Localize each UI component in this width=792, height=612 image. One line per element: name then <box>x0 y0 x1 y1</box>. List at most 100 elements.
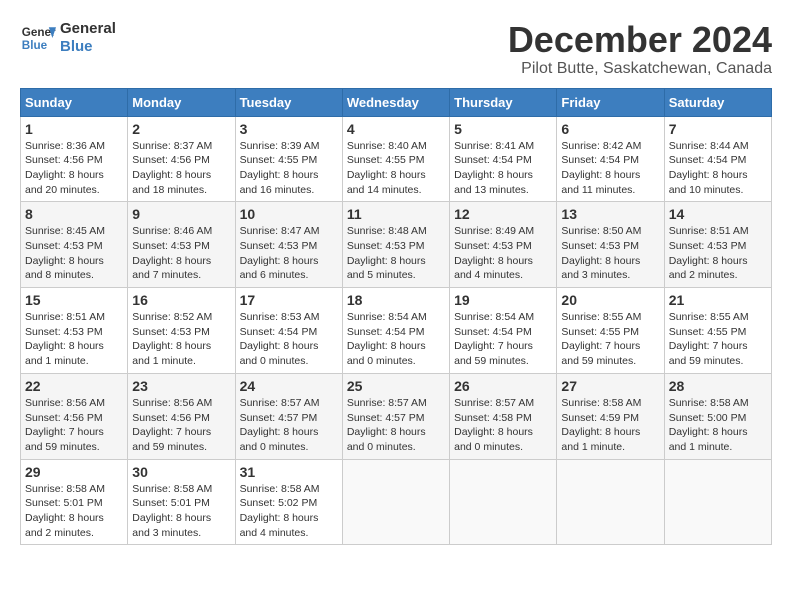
day-number: 23 <box>132 378 230 394</box>
day-info: Sunrise: 8:57 AM Sunset: 4:57 PM Dayligh… <box>240 396 338 455</box>
day-number: 20 <box>561 292 659 308</box>
day-info: Sunrise: 8:51 AM Sunset: 4:53 PM Dayligh… <box>669 224 767 283</box>
day-number: 19 <box>454 292 552 308</box>
day-info: Sunrise: 8:58 AM Sunset: 5:02 PM Dayligh… <box>240 482 338 541</box>
day-number: 1 <box>25 121 123 137</box>
day-number: 3 <box>240 121 338 137</box>
calendar-day-cell: 21 Sunrise: 8:55 AM Sunset: 4:55 PM Dayli… <box>664 288 771 374</box>
svg-text:Blue: Blue <box>22 39 48 52</box>
day-number: 15 <box>25 292 123 308</box>
day-number: 24 <box>240 378 338 394</box>
day-number: 27 <box>561 378 659 394</box>
logo-icon: General Blue <box>20 20 56 56</box>
day-number: 8 <box>25 206 123 222</box>
day-number: 25 <box>347 378 445 394</box>
calendar-day-cell: 28 Sunrise: 8:58 AM Sunset: 5:00 PM Dayli… <box>664 373 771 459</box>
calendar-header-cell: Saturday <box>664 88 771 116</box>
day-number: 22 <box>25 378 123 394</box>
calendar-day-cell <box>664 459 771 545</box>
day-info: Sunrise: 8:54 AM Sunset: 4:54 PM Dayligh… <box>347 310 445 369</box>
day-info: Sunrise: 8:58 AM Sunset: 5:00 PM Dayligh… <box>669 396 767 455</box>
calendar-day-cell: 16Sunrise: 8:52 AM Sunset: 4:53 PM Dayli… <box>128 288 235 374</box>
day-info: Sunrise: 8:58 AM Sunset: 5:01 PM Dayligh… <box>132 482 230 541</box>
calendar-day-cell: 26Sunrise: 8:57 AM Sunset: 4:58 PM Dayli… <box>450 373 557 459</box>
header: General Blue General Blue December 2024 … <box>20 20 772 78</box>
calendar-header-cell: Sunday <box>21 88 128 116</box>
day-number: 16 <box>132 292 230 308</box>
day-info: Sunrise: 8:50 AM Sunset: 4:53 PM Dayligh… <box>561 224 659 283</box>
calendar-day-cell: 19 Sunrise: 8:54 AM Sunset: 4:54 PM Dayli… <box>450 288 557 374</box>
calendar-week-row: 22Sunrise: 8:56 AM Sunset: 4:56 PM Dayli… <box>21 373 772 459</box>
day-info: Sunrise: 8:54 AM Sunset: 4:54 PM Dayligh… <box>454 310 552 369</box>
day-number: 12 <box>454 206 552 222</box>
month-title: December 2024 <box>508 20 772 60</box>
day-number: 6 <box>561 121 659 137</box>
calendar-day-cell: 2Sunrise: 8:37 AM Sunset: 4:56 PM Daylig… <box>128 116 235 202</box>
day-info: Sunrise: 8:51 AM Sunset: 4:53 PM Dayligh… <box>25 310 123 369</box>
calendar-header-cell: Monday <box>128 88 235 116</box>
title-block: December 2024 Pilot Butte, Saskatchewan,… <box>508 20 772 78</box>
day-number: 29 <box>25 464 123 480</box>
day-info: Sunrise: 8:45 AM Sunset: 4:53 PM Dayligh… <box>25 224 123 283</box>
calendar-day-cell: 27 Sunrise: 8:58 AM Sunset: 4:59 PM Dayli… <box>557 373 664 459</box>
calendar-day-cell: 17Sunrise: 8:53 AM Sunset: 4:54 PM Dayli… <box>235 288 342 374</box>
day-info: Sunrise: 8:58 AM Sunset: 5:01 PM Dayligh… <box>25 482 123 541</box>
calendar-day-cell: 11 Sunrise: 8:48 AM Sunset: 4:53 PM Dayli… <box>342 202 449 288</box>
day-info: Sunrise: 8:41 AM Sunset: 4:54 PM Dayligh… <box>454 139 552 198</box>
day-number: 18 <box>347 292 445 308</box>
calendar-header-cell: Thursday <box>450 88 557 116</box>
day-info: Sunrise: 8:46 AM Sunset: 4:53 PM Dayligh… <box>132 224 230 283</box>
day-info: Sunrise: 8:55 AM Sunset: 4:55 PM Dayligh… <box>669 310 767 369</box>
day-number: 7 <box>669 121 767 137</box>
day-info: Sunrise: 8:42 AM Sunset: 4:54 PM Dayligh… <box>561 139 659 198</box>
calendar-body: 1 Sunrise: 8:36 AM Sunset: 4:56 PM Daylig… <box>21 116 772 545</box>
day-number: 5 <box>454 121 552 137</box>
calendar-day-cell: 6 Sunrise: 8:42 AM Sunset: 4:54 PM Daylig… <box>557 116 664 202</box>
location-title: Pilot Butte, Saskatchewan, Canada <box>508 60 772 78</box>
day-info: Sunrise: 8:40 AM Sunset: 4:55 PM Dayligh… <box>347 139 445 198</box>
day-info: Sunrise: 8:44 AM Sunset: 4:54 PM Dayligh… <box>669 139 767 198</box>
calendar-day-cell: 5 Sunrise: 8:41 AM Sunset: 4:54 PM Daylig… <box>450 116 557 202</box>
logo-line2: Blue <box>60 38 116 56</box>
day-info: Sunrise: 8:37 AM Sunset: 4:56 PM Dayligh… <box>132 139 230 198</box>
calendar-week-row: 29 Sunrise: 8:58 AM Sunset: 5:01 PM Dayli… <box>21 459 772 545</box>
calendar-day-cell: 29 Sunrise: 8:58 AM Sunset: 5:01 PM Dayli… <box>21 459 128 545</box>
day-number: 31 <box>240 464 338 480</box>
day-number: 28 <box>669 378 767 394</box>
day-info: Sunrise: 8:39 AM Sunset: 4:55 PM Dayligh… <box>240 139 338 198</box>
day-info: Sunrise: 8:58 AM Sunset: 4:59 PM Dayligh… <box>561 396 659 455</box>
calendar-header-row: SundayMondayTuesdayWednesdayThursdayFrid… <box>21 88 772 116</box>
calendar-table: SundayMondayTuesdayWednesdayThursdayFrid… <box>20 88 772 546</box>
calendar-day-cell <box>557 459 664 545</box>
logo: General Blue General Blue <box>20 20 116 56</box>
calendar-week-row: 1 Sunrise: 8:36 AM Sunset: 4:56 PM Daylig… <box>21 116 772 202</box>
calendar-header-cell: Tuesday <box>235 88 342 116</box>
day-info: Sunrise: 8:48 AM Sunset: 4:53 PM Dayligh… <box>347 224 445 283</box>
day-info: Sunrise: 8:36 AM Sunset: 4:56 PM Dayligh… <box>25 139 123 198</box>
calendar-day-cell: 15 Sunrise: 8:51 AM Sunset: 4:53 PM Dayli… <box>21 288 128 374</box>
calendar-day-cell: 25 Sunrise: 8:57 AM Sunset: 4:57 PM Dayli… <box>342 373 449 459</box>
calendar-day-cell: 10Sunrise: 8:47 AM Sunset: 4:53 PM Dayli… <box>235 202 342 288</box>
day-info: Sunrise: 8:55 AM Sunset: 4:55 PM Dayligh… <box>561 310 659 369</box>
calendar-week-row: 8 Sunrise: 8:45 AM Sunset: 4:53 PM Daylig… <box>21 202 772 288</box>
calendar-header-cell: Wednesday <box>342 88 449 116</box>
calendar-day-cell: 13Sunrise: 8:50 AM Sunset: 4:53 PM Dayli… <box>557 202 664 288</box>
day-info: Sunrise: 8:49 AM Sunset: 4:53 PM Dayligh… <box>454 224 552 283</box>
calendar-day-cell: 1 Sunrise: 8:36 AM Sunset: 4:56 PM Daylig… <box>21 116 128 202</box>
calendar-day-cell <box>450 459 557 545</box>
calendar-day-cell <box>342 459 449 545</box>
day-number: 9 <box>132 206 230 222</box>
day-number: 26 <box>454 378 552 394</box>
day-number: 10 <box>240 206 338 222</box>
calendar-day-cell: 8 Sunrise: 8:45 AM Sunset: 4:53 PM Daylig… <box>21 202 128 288</box>
calendar-day-cell: 23Sunrise: 8:56 AM Sunset: 4:56 PM Dayli… <box>128 373 235 459</box>
calendar-day-cell: 20 Sunrise: 8:55 AM Sunset: 4:55 PM Dayli… <box>557 288 664 374</box>
calendar-day-cell: 3 Sunrise: 8:39 AM Sunset: 4:55 PM Daylig… <box>235 116 342 202</box>
day-info: Sunrise: 8:57 AM Sunset: 4:57 PM Dayligh… <box>347 396 445 455</box>
calendar-day-cell: 12 Sunrise: 8:49 AM Sunset: 4:53 PM Dayli… <box>450 202 557 288</box>
calendar-day-cell: 30Sunrise: 8:58 AM Sunset: 5:01 PM Dayli… <box>128 459 235 545</box>
day-number: 11 <box>347 206 445 222</box>
calendar-day-cell: 9 Sunrise: 8:46 AM Sunset: 4:53 PM Daylig… <box>128 202 235 288</box>
calendar-day-cell: 14Sunrise: 8:51 AM Sunset: 4:53 PM Dayli… <box>664 202 771 288</box>
day-number: 21 <box>669 292 767 308</box>
